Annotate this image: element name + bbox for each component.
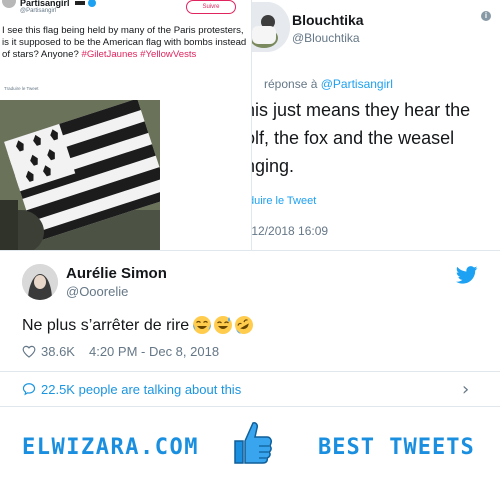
like-count[interactable]: 38.6K: [41, 344, 75, 359]
left-tweet-text: I see this flag being held by many of th…: [2, 25, 250, 61]
right-translate-link: duire le Tweet: [251, 195, 317, 207]
flag-emoji-icon: [75, 1, 85, 5]
author-name[interactable]: Aurélie Simon: [66, 265, 167, 282]
left-author-name: Partisangirl: [20, 0, 70, 8]
rolling-laughing-emoji-icon: [235, 316, 253, 334]
breton-flag-photo: [0, 100, 160, 250]
right-tweet-date: /12/2018 16:09: [251, 224, 329, 238]
branding-banner: ELWIZARA.COM BEST TWEETS: [0, 406, 500, 480]
avatar[interactable]: [22, 264, 58, 300]
tweet-meta: 38.6K 4:20 PM - Dec 8, 2018: [22, 342, 219, 360]
reply-context: réponse à @Partisangirl: [264, 77, 393, 91]
left-author-handle: @Partisangirl: [20, 8, 57, 14]
laughing-emojis-icon: [193, 316, 253, 334]
left-avatar: [2, 0, 16, 8]
site-brand: ELWIZARA.COM: [22, 435, 199, 460]
flag-photo-illustration: [0, 100, 160, 250]
avatar-illustration: [252, 2, 290, 52]
follow-button: Suivre: [186, 0, 236, 14]
author-handle[interactable]: @Ooorelie: [66, 284, 128, 299]
tweet-timestamp[interactable]: 4:20 PM - Dec 8, 2018: [89, 344, 219, 359]
right-author-name: Blouchtika: [292, 12, 364, 28]
thumbs-up-icon: [234, 422, 272, 464]
right-tweet-screenshot: Blouchtika @Blouchtika i réponse à @Part…: [251, 0, 500, 250]
screenshot-collage: Partisangirl @Partisangirl Suivre I see …: [0, 0, 500, 250]
speech-bubble-icon: [22, 383, 36, 396]
right-text-line: nging.: [252, 156, 295, 176]
right-tweet-text: his just means they hear the olf, the fo…: [251, 96, 495, 180]
chevron-right-icon[interactable]: ›: [462, 379, 469, 400]
conversation-count-label[interactable]: 22.5K people are talking about this: [41, 382, 241, 397]
right-text-line: his just means they hear the: [251, 100, 471, 120]
reply-prefix: réponse à: [264, 77, 318, 91]
twitter-bird-icon[interactable]: [456, 266, 478, 284]
tweet-text: Ne plus s’arrêter de rire: [22, 317, 190, 334]
left-tweet-hashtags: #GiletJaunes #YellowVests: [81, 49, 197, 60]
embedded-tweet-card: Aurélie Simon @Ooorelie Ne plus s’arrête…: [0, 250, 500, 406]
right-avatar: [252, 2, 290, 52]
card-divider: [0, 371, 500, 372]
sweat-smile-emoji-icon: [214, 316, 232, 334]
info-icon: i: [481, 11, 491, 21]
right-text-line: olf, the fox and the weasel: [251, 128, 455, 148]
left-translate-link: Traduire le Tweet: [4, 86, 39, 91]
banner-tagline: BEST TWEETS: [318, 435, 475, 460]
avatar-photo: [22, 264, 58, 300]
verified-icon: [88, 0, 96, 7]
left-tweet-screenshot: Partisangirl @Partisangirl Suivre I see …: [0, 0, 251, 250]
reply-mention: @Partisangirl: [320, 77, 393, 91]
heart-icon[interactable]: [22, 345, 36, 358]
right-author-handle: @Blouchtika: [292, 31, 360, 45]
conversation-link[interactable]: 22.5K people are talking about this: [22, 379, 241, 399]
tears-of-joy-emoji-icon: [193, 316, 211, 334]
